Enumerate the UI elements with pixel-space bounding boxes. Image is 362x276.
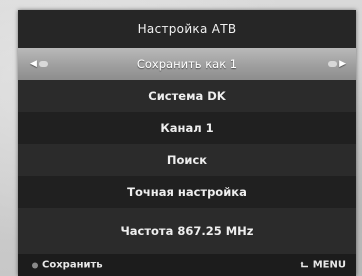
arrow-left-icon[interactable]: ◀ [30, 59, 48, 69]
menu-item-label: Канал 1 [160, 121, 214, 135]
menu-hint[interactable]: MENU [300, 260, 346, 271]
menu-item-search[interactable]: Поиск [18, 144, 356, 176]
arrow-right-icon[interactable]: ▶ [328, 59, 346, 69]
menu-item-label: Точная настройка [127, 185, 247, 199]
menu-item-fine-tune[interactable]: Точная настройка [18, 176, 356, 208]
menu-item-label: Частота 867.25 MHz [120, 224, 254, 238]
button-dot-icon [32, 262, 38, 268]
footer-bar: Сохранить MENU [18, 254, 356, 276]
menu-item-save-as[interactable]: ◀ Сохранить как 1 ▶ [18, 48, 356, 80]
menu-item-label: Поиск [166, 153, 208, 167]
menu-title: Настройка АТВ [18, 10, 356, 48]
menu-item-label: Система DK [148, 89, 226, 103]
menu-item-frequency[interactable]: Частота 867.25 MHz [18, 208, 356, 254]
atv-setup-menu: Настройка АТВ ◀ Сохранить как 1 ▶ Систем… [18, 10, 356, 276]
menu-item-channel[interactable]: Канал 1 [18, 112, 356, 144]
return-arrow-icon [300, 261, 308, 267]
menu-label: MENU [312, 259, 346, 271]
save-hint[interactable]: Сохранить [32, 260, 103, 271]
menu-item-system[interactable]: Система DK [18, 80, 356, 112]
save-label: Сохранить [42, 259, 103, 271]
menu-item-label: Сохранить как 1 [136, 57, 238, 71]
